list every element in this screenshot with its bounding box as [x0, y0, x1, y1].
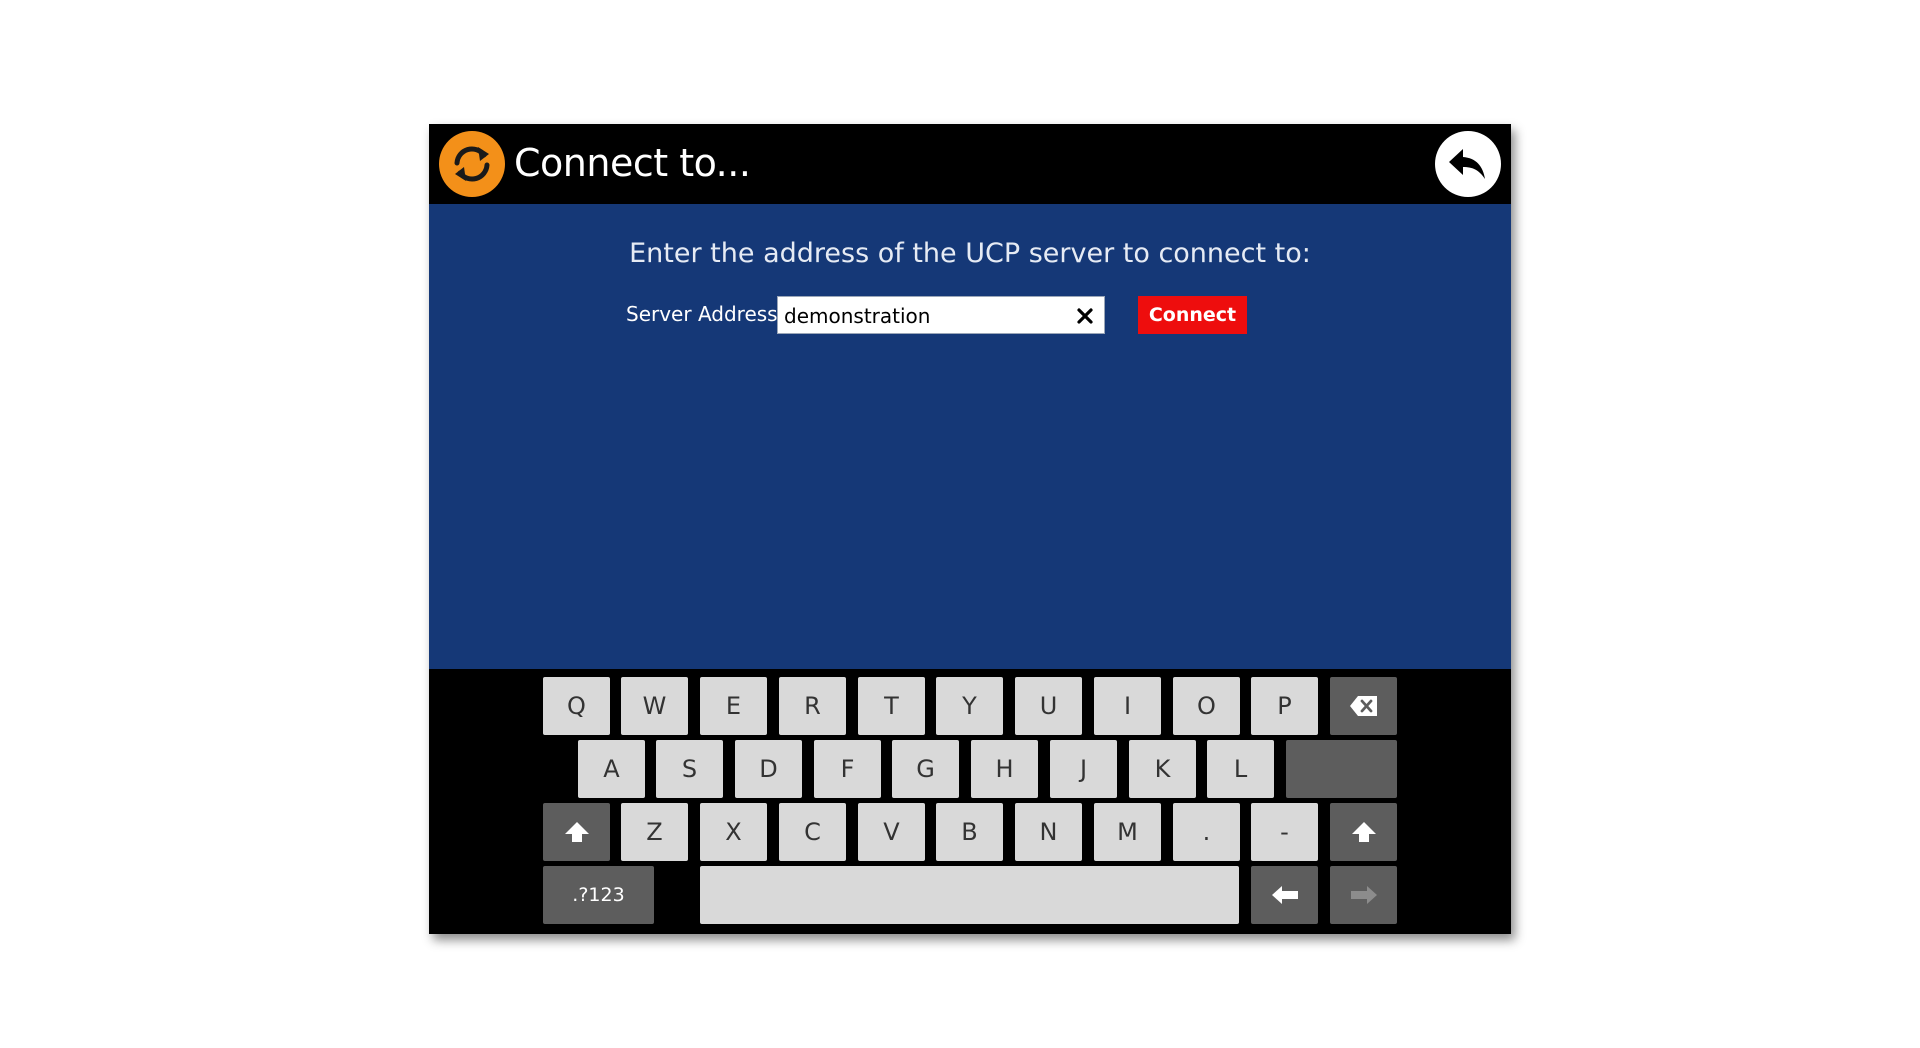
key-e[interactable]: E	[700, 677, 767, 735]
shift-right-key[interactable]	[1330, 803, 1397, 861]
key-r[interactable]: R	[779, 677, 846, 735]
key-j[interactable]: J	[1050, 740, 1117, 798]
arrow-right-icon	[1350, 886, 1377, 904]
clear-input-button[interactable]	[1070, 301, 1100, 331]
symbols-key[interactable]: .?123	[543, 866, 654, 924]
shift-left-key[interactable]	[543, 803, 610, 861]
refresh-icon	[454, 146, 490, 182]
key-o[interactable]: O	[1173, 677, 1240, 735]
title-bar: Connect to...	[429, 124, 1511, 204]
enter-key[interactable]	[1286, 740, 1397, 798]
key-period[interactable]: .	[1173, 803, 1240, 861]
app-window: Connect to... Enter the address of the U…	[429, 124, 1511, 934]
server-form: Server Address Connect	[429, 296, 1511, 336]
close-icon	[1077, 308, 1093, 324]
key-w[interactable]: W	[621, 677, 688, 735]
key-c[interactable]: C	[779, 803, 846, 861]
space-key[interactable]	[700, 866, 1239, 924]
key-s[interactable]: S	[656, 740, 723, 798]
cursor-right-key[interactable]	[1330, 866, 1397, 924]
key-f[interactable]: F	[814, 740, 881, 798]
page-title: Connect to...	[514, 141, 751, 185]
back-button[interactable]	[1435, 131, 1501, 197]
server-address-input[interactable]	[784, 301, 1064, 331]
key-hyphen[interactable]: -	[1251, 803, 1318, 861]
key-z[interactable]: Z	[621, 803, 688, 861]
key-p[interactable]: P	[1251, 677, 1318, 735]
key-n[interactable]: N	[1015, 803, 1082, 861]
backspace-key[interactable]	[1330, 677, 1397, 735]
key-u[interactable]: U	[1015, 677, 1082, 735]
refresh-button[interactable]	[439, 131, 505, 197]
key-k[interactable]: K	[1129, 740, 1196, 798]
key-a[interactable]: A	[578, 740, 645, 798]
cursor-left-key[interactable]	[1251, 866, 1318, 924]
arrow-left-icon	[1271, 886, 1298, 904]
key-g[interactable]: G	[892, 740, 959, 798]
back-arrow-icon	[1449, 149, 1485, 179]
instruction-text: Enter the address of the UCP server to c…	[629, 238, 1311, 269]
backspace-icon	[1349, 696, 1377, 716]
key-b[interactable]: B	[936, 803, 1003, 861]
connect-button[interactable]: Connect	[1138, 296, 1247, 334]
key-y[interactable]: Y	[936, 677, 1003, 735]
key-t[interactable]: T	[858, 677, 925, 735]
key-h[interactable]: H	[971, 740, 1038, 798]
main-panel: Enter the address of the UCP server to c…	[429, 204, 1511, 669]
server-address-field[interactable]	[777, 296, 1105, 334]
key-i[interactable]: I	[1094, 677, 1161, 735]
key-q[interactable]: Q	[543, 677, 610, 735]
on-screen-keyboard: Q W E R T Y U I O P A S D F G H J K L Z …	[429, 669, 1511, 934]
key-d[interactable]: D	[735, 740, 802, 798]
server-address-label: Server Address	[626, 302, 778, 326]
key-v[interactable]: V	[858, 803, 925, 861]
shift-icon	[564, 822, 589, 842]
shift-icon	[1351, 822, 1376, 842]
key-l[interactable]: L	[1207, 740, 1274, 798]
key-m[interactable]: M	[1094, 803, 1161, 861]
key-x[interactable]: X	[700, 803, 767, 861]
